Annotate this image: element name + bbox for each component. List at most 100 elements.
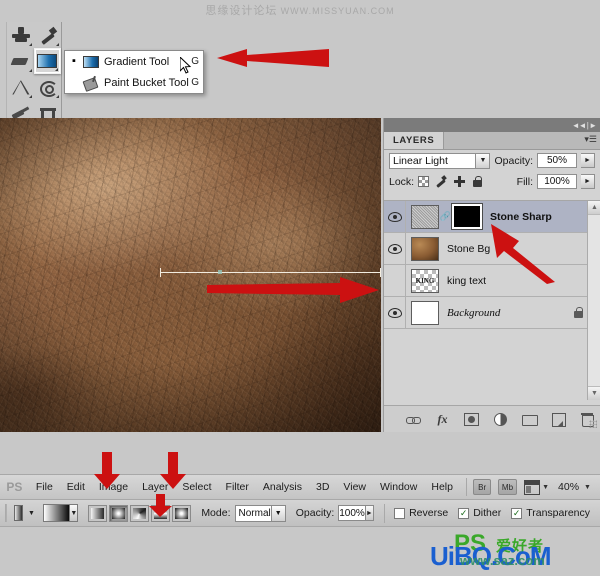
layer-visibility-toggle[interactable]	[384, 233, 406, 264]
link-icon[interactable]: 🔗	[441, 211, 450, 222]
annotation-arrow-canvas-drag	[205, 275, 380, 305]
swirl-icon	[39, 79, 57, 95]
tool-corner-triangle-icon	[29, 95, 32, 98]
adjustment-circle-icon	[494, 413, 507, 426]
tab-layers[interactable]: LAYERS	[384, 132, 444, 149]
chevron-down-icon[interactable]: ▼	[28, 510, 35, 517]
angle-gradient-button[interactable]	[130, 505, 149, 522]
dither-checkbox-wrapper[interactable]: ✓ Dither	[458, 507, 501, 519]
flyout-label: Paint Bucket Tool	[104, 77, 189, 89]
gradient-type-buttons	[88, 505, 191, 522]
layer-visibility-toggle[interactable]	[384, 201, 406, 232]
eraser-icon	[11, 54, 29, 68]
scroll-down-icon[interactable]: ▼	[588, 386, 600, 400]
add-layer-mask-button[interactable]	[464, 412, 479, 427]
eraser-tool[interactable]	[7, 48, 34, 74]
launch-mini-bridge-button[interactable]: Mb	[498, 479, 516, 495]
screen-mode-chevron-icon[interactable]: ▼	[584, 484, 591, 491]
opacity-stepper[interactable]: ►	[581, 153, 595, 168]
fill-input[interactable]: 100%	[537, 174, 577, 189]
layer-mask-thumbnail[interactable]	[452, 204, 482, 229]
new-layer-button[interactable]	[551, 412, 566, 427]
table-row[interactable]: Background	[384, 297, 587, 329]
shape-tool[interactable]	[7, 74, 34, 100]
fill-stepper[interactable]: ►	[581, 174, 595, 189]
layer-list-scrollbar[interactable]: ▲ ▼	[587, 201, 600, 400]
gradient-picker-button[interactable]: ▼	[70, 504, 78, 522]
layer-thumbnail[interactable]: KING	[411, 269, 439, 293]
opacity-input[interactable]: 100%	[338, 505, 366, 521]
menu-item-3d[interactable]: 3D	[309, 474, 336, 500]
annotation-arrow-gradient-type	[148, 494, 174, 518]
layer-thumbnail[interactable]	[411, 301, 439, 325]
launch-bridge-button[interactable]: Br	[473, 479, 491, 495]
layer-thumbnail[interactable]	[411, 205, 439, 229]
dither-checkbox[interactable]: ✓	[458, 508, 469, 519]
arrange-documents-icon[interactable]	[524, 480, 540, 495]
opacity-stepper[interactable]: ►	[366, 505, 374, 521]
chevron-down-icon[interactable]: ▼	[475, 154, 489, 168]
transparency-label: Transparency	[526, 507, 590, 519]
menu-item-filter[interactable]: Filter	[219, 474, 256, 500]
tool-corner-triangle-icon	[29, 69, 32, 72]
layer-visibility-toggle[interactable]	[384, 265, 406, 296]
menubar-divider	[466, 478, 467, 496]
stamp-icon	[12, 27, 30, 43]
options-bar-grip[interactable]	[5, 504, 7, 522]
flyout-item-paint-bucket-tool[interactable]: Paint Bucket Tool G	[65, 72, 203, 93]
layer-thumbnail[interactable]	[411, 237, 439, 261]
gradient-drag-guideline	[160, 272, 381, 273]
new-adjustment-layer-button[interactable]	[493, 412, 508, 427]
gradient-preset-swatch[interactable]	[14, 505, 23, 521]
panel-menu-icon[interactable]: ▾☰	[584, 135, 597, 144]
reverse-checkbox[interactable]	[394, 508, 405, 519]
layer-locked-indicator	[569, 307, 587, 318]
menu-item-file[interactable]: File	[29, 474, 60, 500]
transparency-checkbox-wrapper[interactable]: ✓ Transparency	[511, 507, 590, 519]
transparency-checkbox[interactable]: ✓	[511, 508, 522, 519]
watermark-chinese-text: 思缘设计论坛	[205, 5, 277, 17]
collapse-panel-icon[interactable]: ◄◄ | ►	[572, 121, 596, 130]
menu-item-view[interactable]: View	[336, 474, 373, 500]
watermark-url: WWW.MISSYUAN.COM	[281, 6, 395, 16]
gradient-tool[interactable]	[34, 48, 61, 74]
annotation-arrow-menu-2	[158, 452, 188, 490]
linear-gradient-button[interactable]	[88, 505, 107, 522]
menu-item-analysis[interactable]: Analysis	[256, 474, 309, 500]
link-layers-button[interactable]	[406, 412, 421, 427]
gradient-drag-midpoint	[218, 270, 222, 274]
menu-item-window[interactable]: Window	[373, 474, 424, 500]
lock-image-pixels-icon[interactable]	[436, 176, 447, 187]
gradient-preview-strip[interactable]	[43, 504, 70, 522]
new-group-button[interactable]	[522, 412, 537, 427]
panel-resize-grip[interactable]	[589, 420, 597, 428]
scroll-up-icon[interactable]: ▲	[588, 201, 600, 215]
selected-bullet-icon: ▪	[69, 56, 79, 67]
lock-position-icon[interactable]	[454, 176, 465, 187]
diamond-gradient-button[interactable]	[172, 505, 191, 522]
lock-transparent-pixels-icon[interactable]	[418, 176, 429, 187]
radial-gradient-button[interactable]	[109, 505, 128, 522]
blur-tool[interactable]	[34, 74, 61, 100]
menu-bar: PS File Edit Image Layer Select Filter A…	[0, 474, 600, 500]
options-bar: ▼ ▼ Mode: Normal ▼ Opacity: 100% ► Rever…	[0, 500, 600, 527]
toolbox	[6, 22, 62, 122]
menu-item-help[interactable]: Help	[424, 474, 460, 500]
lock-all-icon[interactable]	[472, 176, 483, 187]
blend-mode-select[interactable]: Linear Light ▼	[389, 153, 490, 169]
blend-mode-select[interactable]: Normal ▼	[235, 505, 286, 522]
history-brush-tool[interactable]	[34, 22, 61, 48]
tool-corner-triangle-icon	[56, 95, 59, 98]
add-layer-style-button[interactable]: fx	[435, 412, 450, 427]
menu-item-edit[interactable]: Edit	[60, 474, 92, 500]
eye-icon	[388, 244, 402, 254]
reverse-label: Reverse	[409, 507, 448, 519]
chevron-down-icon[interactable]: ▼	[542, 484, 549, 491]
panel-titlebar: ◄◄ | ►	[384, 118, 600, 132]
reverse-checkbox-wrapper[interactable]: Reverse	[394, 507, 448, 519]
blend-mode-value: Linear Light	[393, 155, 448, 167]
layer-visibility-toggle[interactable]	[384, 297, 406, 328]
clone-stamp-tool[interactable]	[7, 22, 34, 48]
chevron-down-icon[interactable]: ▼	[271, 506, 285, 521]
opacity-input[interactable]: 50%	[537, 153, 577, 168]
